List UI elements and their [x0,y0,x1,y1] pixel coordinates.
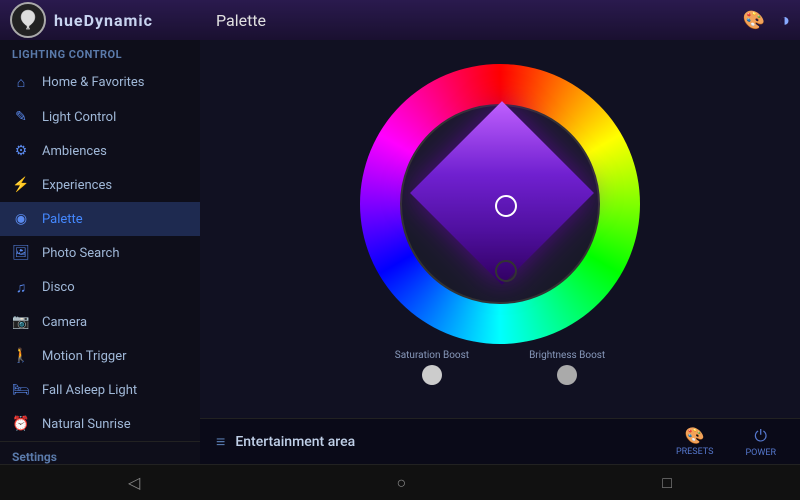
color-wheel[interactable] [360,64,640,344]
disco-icon: ♫ [12,279,30,296]
color-diamond[interactable] [410,101,594,285]
sidebar-item-fall-asleep-light[interactable]: 🛏 Fall Asleep Light [0,373,200,407]
power-button[interactable]: ⏻ POWER [729,422,792,462]
sidebar-label-ambiences: Ambiences [42,144,107,159]
entertainment-label: Entertainment area [235,434,355,450]
contrast-icon[interactable]: ◑ [779,10,790,31]
sidebar-item-motion-trigger[interactable]: 🚶 Motion Trigger [0,339,200,373]
sidebar-label-natural-sunrise: Natural Sunrise [42,417,131,432]
sidebar-label-photo-search: Photo Search [42,246,119,261]
recent-button[interactable]: □ [642,469,692,497]
palette-icon[interactable]: 🎨 [743,10,765,31]
sidebar-label-fall-asleep-light: Fall Asleep Light [42,383,137,398]
sidebar-label-palette: Palette [42,212,83,227]
sidebar-item-experiences[interactable]: ⚡ Experiences [0,168,200,202]
presets-label: PRESETS [676,447,714,457]
camera-icon: 📷 [12,314,30,330]
back-button[interactable]: ◁ [108,469,160,496]
logo-text: hueDynamic [54,11,153,30]
logo-area: hueDynamic [0,2,200,38]
nav-bar: ◁ ○ □ [0,464,800,500]
main-layout: Lighting Control ⌂ Home & Favorites ✎ Li… [0,40,800,464]
sidebar-label-camera: Camera [42,315,87,330]
bottom-bar-right: 🎨 PRESETS ⏻ POWER [660,422,800,462]
sidebar-item-natural-sunrise[interactable]: ⏰ Natural Sunrise [0,407,200,441]
menu-lines-icon: ≡ [216,432,225,452]
fall-asleep-icon: 🛏 [12,382,30,398]
sidebar-label-motion-trigger: Motion Trigger [42,349,127,364]
sidebar-item-home-favorites[interactable]: ⌂ Home & Favorites [0,65,200,100]
sidebar: Lighting Control ⌂ Home & Favorites ✎ Li… [0,40,200,464]
sidebar-item-ambiences[interactable]: ⚙ Ambiences [0,134,200,168]
natural-sunrise-icon: ⏰ [12,416,30,432]
logo-icon [10,2,46,38]
sidebar-label-light-control: Light Control [42,110,116,125]
brightness-boost: Brightness Boost [529,350,605,385]
sidebar-label-disco: Disco [42,280,75,295]
top-bar: hueDynamic Palette 🎨 ◑ [0,0,800,40]
entertainment-area: ≡ Entertainment area [200,432,660,452]
motion-icon: 🚶 [12,348,30,364]
page-title: Palette [200,11,743,30]
ambiences-icon: ⚙ [12,143,30,159]
saturation-boost-circle[interactable] [422,365,442,385]
inner-selector[interactable] [495,195,517,217]
brightness-boost-label: Brightness Boost [529,350,605,361]
saturation-boost-label: Saturation Boost [395,350,469,361]
palette-nav-icon: ◉ [12,211,30,227]
outer-selector[interactable] [495,260,517,282]
content-area: Saturation Boost Brightness Boost ≡ Ente… [200,40,800,464]
photo-search-icon: 🖼 [12,245,30,261]
home-icon: ⌂ [12,74,30,91]
sidebar-item-camera[interactable]: 📷 Camera [0,305,200,339]
presets-button[interactable]: 🎨 PRESETS [660,422,730,461]
palette-area: Saturation Boost Brightness Boost [200,40,800,418]
sidebar-label-experiences: Experiences [42,178,112,193]
brightness-boost-circle[interactable] [557,365,577,385]
sidebar-item-photo-search[interactable]: 🖼 Photo Search [0,236,200,270]
sidebar-item-light-control[interactable]: ✎ Light Control [0,100,200,134]
bottom-bar: ≡ Entertainment area 🎨 PRESETS ⏻ POWER [200,418,800,464]
top-icons: 🎨 ◑ [743,10,790,31]
sidebar-item-disco[interactable]: ♫ Disco [0,270,200,305]
experiences-icon: ⚡ [12,177,30,193]
boosts-area: Saturation Boost Brightness Boost [395,344,605,395]
settings-label[interactable]: Settings [0,441,200,464]
power-label: POWER [745,448,776,458]
saturation-boost: Saturation Boost [395,350,469,385]
light-control-icon: ✎ [12,109,30,125]
home-button[interactable]: ○ [376,469,426,497]
presets-icon: 🎨 [685,426,705,445]
power-icon: ⏻ [754,426,767,446]
sidebar-label-home-favorites: Home & Favorites [42,75,145,90]
sidebar-section-label: Lighting Control [0,40,200,65]
sidebar-item-palette[interactable]: ◉ Palette [0,202,200,236]
